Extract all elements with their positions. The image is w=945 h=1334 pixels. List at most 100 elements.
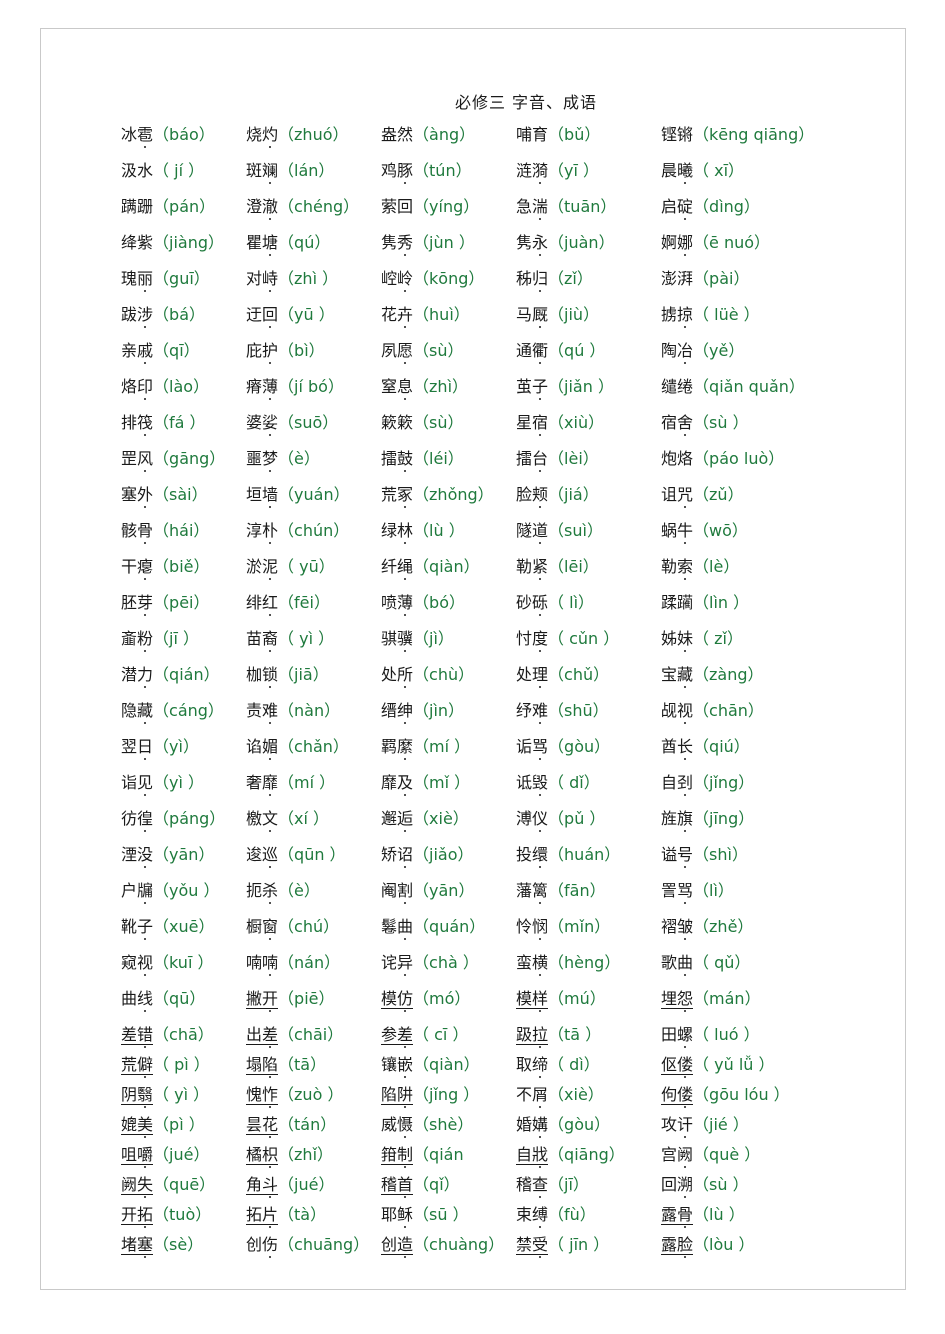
word-hanzi: 姊妹 [661,629,694,648]
word-hanzi: 阙失 [121,1175,154,1195]
word-pinyin: （xiù） [548,413,605,432]
word-pinyin: （bó） [413,593,465,612]
word-row: 罡风（gāng） 噩梦（è） 擂鼓（léi） 擂台（lèi） 炮烙（páo luò） [121,451,921,477]
word-pinyin: （lòu ） [693,1235,755,1254]
word-pinyin: （fēi） [278,593,330,612]
word-hanzi: 纾难 [516,701,549,720]
word-pinyin: （yǒu ） [153,881,220,900]
word-entry: 瘠薄（jí bó） [246,379,344,395]
word-hanzi: 绛紫 [121,233,154,252]
word-pinyin: （ē nuó） [693,233,771,252]
word-entry: 宿舍（sù ） [661,415,749,431]
word-pinyin: （mí ） [278,773,336,792]
word-pinyin: （qī） [153,341,200,360]
word-pinyin: （ cǔn ） [548,629,620,648]
word-entry: 投缳（huán） [516,847,620,863]
word-row: 冰雹（báo） 烧灼（zhuó） 盎然（àng） 哺育（bǔ） 铿锵（kēng qiān… [121,127,921,153]
word-entry: 星宿（xiù） [516,415,604,431]
word-entry: 威慑（shè） [381,1117,473,1133]
word-row: 隐藏（cáng） 责难（nàn） 缙绅（jìn） 纾难（shū） 觇视（chān） [121,703,921,729]
word-pinyin: （gòu） [548,1115,611,1134]
word-pinyin: （qiú） [693,737,750,756]
word-hanzi: 排筏 [121,413,154,432]
word-entry: 蹂躏（lìn ） [661,595,749,611]
word-pinyin: （jī） [548,1175,589,1194]
word-hanzi: 星宿 [516,413,549,432]
word-row: 绛紫（jiàng） 瞿塘（qú） 隽秀（jùn ） 隽永（juàn） 婀娜（ē nuó） [121,235,921,261]
word-pinyin: （ lì） [548,593,595,612]
word-row: 堵塞（sè） 创伤（chuāng） 创造（chuàng） 禁受（ jīn ） 露脸（lò… [121,1235,921,1260]
word-entry: 旌旗（jīng） [661,811,754,827]
word-entry: 角斗（jué） [246,1175,334,1195]
word-hanzi: 砂砾 [516,593,549,612]
word-pinyin: （biě） [153,557,210,576]
word-pinyin: （qū） [153,989,206,1008]
word-pinyin: （bǔ） [548,125,601,144]
word-hanzi: 逡巡 [246,845,279,864]
word-entry: 堵塞（sè） [121,1235,203,1255]
word-entry: 耶稣（sū ） [381,1207,469,1223]
word-hanzi: 橱窗 [246,917,279,936]
word-entry: 冰雹（báo） [121,127,215,143]
word-hanzi: 瑰丽 [121,269,154,288]
word-entry: 脸颊（jiá） [516,487,599,503]
word-hanzi: 绯红 [246,593,279,612]
word-entry: 擂台（lèi） [516,451,599,467]
word-pinyin: （qiàn） [413,1055,480,1074]
word-entry: 缱绻（qiǎn quǎn） [661,379,805,395]
word-pinyin: （báo） [153,125,215,144]
word-hanzi: 宝藏 [661,665,694,684]
word-pinyin: （sù ） [693,413,749,432]
word-pinyin: （suì） [548,521,603,540]
word-row: 潜力（qián） 枷锁（jiā） 处所（chù） 处理（chǔ） 宝藏（zàng） [121,667,921,693]
word-pinyin: （ yì ） [278,629,335,648]
word-entry: 阙失（quē） [121,1175,215,1195]
word-pinyin: （huì） [413,305,470,324]
word-entry: 出差（chāi） [246,1025,343,1045]
word-pinyin: （kēng qiāng） [693,125,815,144]
word-list: 冰雹（báo） 烧灼（zhuó） 盎然（àng） 哺育（bǔ） 铿锵（kēng qiān… [121,127,921,1260]
word-entry: 谄媚（chǎn） [246,739,349,755]
word-entry: 婚媾（gòu） [516,1117,610,1133]
word-pinyin: （shì） [693,845,748,864]
word-hanzi: 褶皱 [661,917,694,936]
word-pinyin: （xiè） [413,809,469,828]
word-entry: 参差（ cī ） [381,1025,468,1045]
word-hanzi: 酋长 [661,737,694,756]
word-hanzi: 铿锵 [661,125,694,144]
word-entry: 模仿（mó） [381,989,470,1009]
word-hanzi: 骐骥 [381,629,414,648]
word-hanzi: 婆娑 [246,413,279,432]
word-entry: 咀嚼（jué） [121,1145,209,1165]
word-entry: 佝偻（gōu lóu ） [661,1085,790,1105]
word-entry: 婀娜（ē nuó） [661,235,770,251]
word-hanzi: 怜悯 [516,917,549,936]
word-entry: 诋毁（ dǐ） [516,775,600,791]
word-entry: 稽首（qǐ） [381,1175,460,1195]
word-pinyin: （ jīn ） [548,1235,610,1254]
word-hanzi: 投缳 [516,845,549,864]
word-hanzi: 对峙 [246,269,279,288]
word-entry: 胚芽（pēi） [121,595,209,611]
word-entry: 喃喃（nán） [246,955,340,971]
word-pinyin: （hái） [153,521,210,540]
word-pinyin: （lè） [693,557,740,576]
word-entry: 镶嵌（qiàn） [381,1057,480,1073]
word-pinyin: （tán） [278,1115,337,1134]
word-hanzi: 诋毁 [516,773,549,792]
word-pinyin: （yān） [153,845,215,864]
word-pinyin: （jiā） [278,665,329,684]
word-hanzi: 佝偻 [661,1085,694,1105]
word-entry: 纤绳（qiàn） [381,559,480,575]
word-pinyin: （jí bó） [278,377,344,396]
word-pinyin: （zǔ） [693,485,744,504]
word-pinyin: （chuàng） [413,1235,505,1254]
word-row: 烙印（lào） 瘠薄（jí bó） 窒息（zhì） 茧子（jiǎn ） 缱绻（qiǎn … [121,379,921,405]
word-entry: 枷锁（jiā） [246,667,329,683]
word-pinyin: （ luó ） [693,1025,760,1044]
word-hanzi: 澎湃 [661,269,694,288]
word-pinyin: （qǐ） [413,1175,460,1194]
word-hanzi: 出差 [246,1025,279,1045]
word-entry: 怜悯（mǐn） [516,919,610,935]
word-entry: 箝制（qián [381,1145,464,1165]
